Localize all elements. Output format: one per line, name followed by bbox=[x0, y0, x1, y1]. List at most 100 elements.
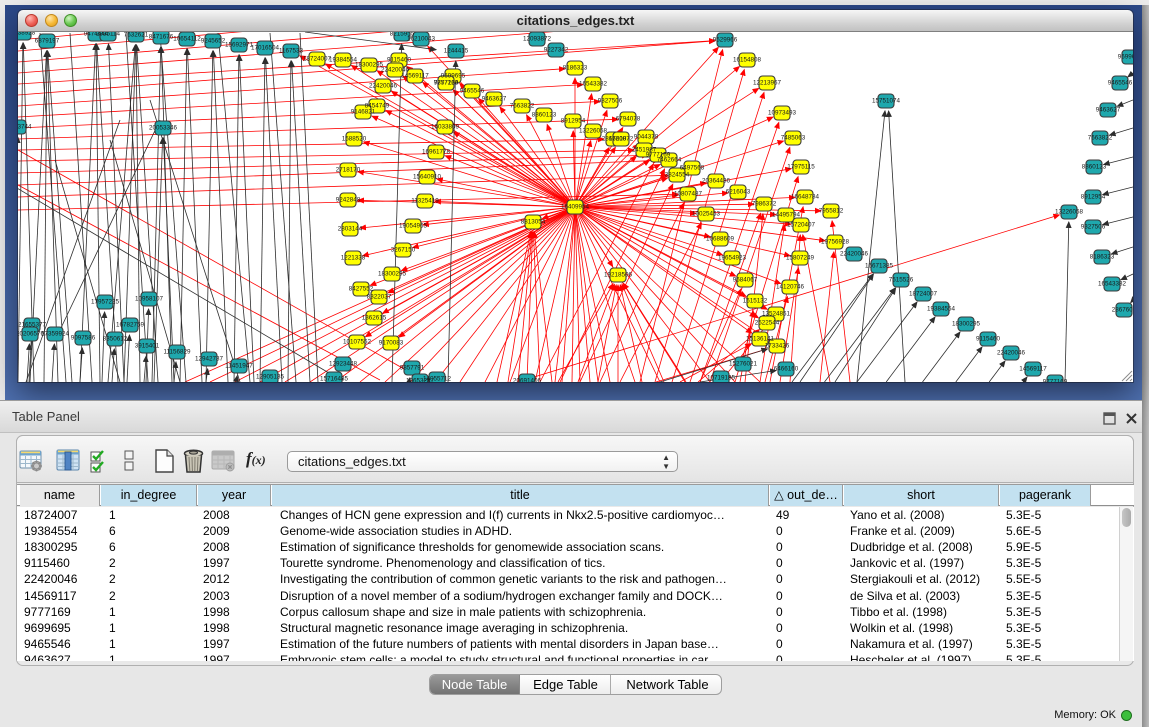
svg-text:2935114: 2935114 bbox=[96, 32, 121, 38]
svg-text:16210043: 16210043 bbox=[407, 36, 436, 43]
svg-text:7515526: 7515526 bbox=[889, 277, 914, 284]
svg-text:12942737: 12942737 bbox=[195, 356, 224, 363]
svg-text:17957225: 17957225 bbox=[91, 299, 120, 306]
svg-text:3915401: 3915401 bbox=[135, 343, 160, 350]
svg-text:16782759: 16782759 bbox=[116, 322, 145, 329]
svg-text:15276021: 15276021 bbox=[729, 361, 758, 368]
svg-text:12923448: 12923448 bbox=[329, 361, 358, 368]
svg-text:14120746: 14120746 bbox=[776, 284, 805, 291]
svg-text:15807249: 15807249 bbox=[786, 255, 815, 262]
svg-text:11156829: 11156829 bbox=[163, 349, 191, 356]
svg-text:14569117: 14569117 bbox=[401, 73, 429, 80]
svg-text:15716485: 15716485 bbox=[320, 376, 349, 383]
svg-text:12093872: 12093872 bbox=[523, 36, 552, 43]
svg-text:7663822: 7663822 bbox=[510, 103, 535, 110]
svg-text:16648784: 16648784 bbox=[791, 194, 820, 201]
svg-text:20691406: 20691406 bbox=[513, 378, 542, 383]
svg-text:6466160: 6466160 bbox=[774, 366, 799, 373]
svg-text:9465546: 9465546 bbox=[460, 88, 485, 95]
svg-text:9465546: 9465546 bbox=[1108, 80, 1133, 87]
svg-text:8350612: 8350612 bbox=[103, 336, 128, 343]
svg-text:18724007: 18724007 bbox=[303, 56, 332, 63]
svg-text:18300295: 18300295 bbox=[378, 271, 407, 278]
svg-text:18300295: 18300295 bbox=[952, 321, 981, 328]
svg-text:9044378: 9044378 bbox=[634, 134, 659, 141]
svg-text:9227342: 9227342 bbox=[544, 47, 569, 54]
svg-text:15692971: 15692971 bbox=[225, 42, 254, 49]
svg-text:21655377: 21655377 bbox=[18, 322, 46, 329]
svg-text:9327506: 9327506 bbox=[1081, 224, 1106, 231]
svg-text:15751074: 15751074 bbox=[872, 98, 901, 105]
svg-text:1221338: 1221338 bbox=[341, 255, 366, 262]
svg-text:10807487: 10807487 bbox=[674, 191, 703, 198]
svg-text:3267150: 3267150 bbox=[391, 247, 416, 254]
svg-text:16671385: 16671385 bbox=[865, 263, 894, 270]
svg-text:16543382: 16543382 bbox=[1098, 281, 1127, 288]
svg-text:1362615: 1362615 bbox=[362, 315, 387, 322]
svg-text:19654923: 19654923 bbox=[718, 255, 747, 262]
svg-text:15640910: 15640910 bbox=[413, 174, 442, 181]
svg-text:11123744: 11123744 bbox=[18, 124, 32, 131]
svg-text:7632621: 7632621 bbox=[124, 32, 149, 39]
svg-text:19384554: 19384554 bbox=[329, 57, 358, 64]
svg-text:10653287: 10653287 bbox=[406, 378, 435, 383]
svg-text:10688609: 10688609 bbox=[706, 236, 735, 243]
svg-text:8322037: 8322037 bbox=[367, 294, 392, 301]
svg-text:16961778: 16961778 bbox=[422, 149, 451, 156]
svg-text:19054965: 19054965 bbox=[399, 223, 428, 230]
svg-text:3824554: 3824554 bbox=[665, 172, 690, 179]
svg-text:8471676: 8471676 bbox=[149, 34, 174, 41]
svg-text:8427552: 8427552 bbox=[349, 286, 374, 293]
svg-text:6497568: 6497568 bbox=[680, 165, 705, 172]
svg-text:1244415: 1244415 bbox=[444, 48, 469, 55]
svg-text:1588520: 1588520 bbox=[342, 136, 367, 143]
svg-text:16154808: 16154808 bbox=[733, 57, 762, 64]
svg-text:15720407: 15720407 bbox=[787, 222, 816, 229]
svg-text:9857791: 9857791 bbox=[400, 365, 425, 372]
svg-text:17016504: 17016504 bbox=[251, 45, 280, 52]
svg-text:18300295: 18300295 bbox=[355, 62, 384, 69]
svg-text:8186323: 8186323 bbox=[563, 65, 588, 72]
svg-text:9327506: 9327506 bbox=[598, 98, 623, 105]
svg-text:13524851: 13524851 bbox=[762, 311, 791, 318]
svg-text:6879197: 6879197 bbox=[35, 38, 60, 45]
svg-text:20364436: 20364436 bbox=[702, 178, 731, 185]
svg-text:9699695: 9699695 bbox=[1118, 54, 1133, 61]
svg-text:9463627: 9463627 bbox=[482, 96, 507, 103]
svg-text:17359924: 17359924 bbox=[41, 331, 70, 338]
svg-text:22420046: 22420046 bbox=[997, 350, 1026, 357]
svg-text:22420046: 22420046 bbox=[840, 251, 869, 258]
svg-text:17975115: 17975115 bbox=[787, 164, 815, 171]
svg-text:9115460: 9115460 bbox=[387, 57, 412, 64]
svg-text:10973493: 10973493 bbox=[768, 110, 797, 117]
svg-text:11451947: 11451947 bbox=[225, 363, 253, 370]
svg-text:8938928: 8938928 bbox=[18, 32, 36, 37]
svg-text:1621072: 1621072 bbox=[609, 136, 634, 143]
svg-text:9146821: 9146821 bbox=[351, 109, 376, 116]
svg-text:12905135: 12905135 bbox=[256, 374, 285, 381]
svg-text:8813054: 8813054 bbox=[521, 219, 546, 226]
svg-text:20053346: 20053346 bbox=[149, 125, 178, 132]
svg-text:10958107: 10958107 bbox=[135, 296, 164, 303]
svg-text:1615132: 1615132 bbox=[743, 298, 768, 305]
svg-text:8912954: 8912954 bbox=[561, 118, 586, 125]
svg-text:19756928: 19756928 bbox=[821, 239, 850, 246]
svg-text:15136141: 15136141 bbox=[746, 336, 775, 343]
svg-text:1733426: 1733426 bbox=[765, 343, 790, 350]
svg-text:9777169: 9777169 bbox=[1043, 379, 1068, 383]
svg-text:14569117: 14569117 bbox=[1019, 366, 1047, 373]
svg-text:2803144: 2803144 bbox=[338, 226, 363, 233]
svg-text:8186323: 8186323 bbox=[1090, 254, 1115, 261]
svg-text:14495794: 14495794 bbox=[772, 212, 801, 219]
svg-text:9115460: 9115460 bbox=[976, 336, 1001, 343]
svg-text:19384554: 19384554 bbox=[927, 306, 956, 313]
svg-text:22420046: 22420046 bbox=[369, 83, 398, 90]
svg-text:10654112: 10654112 bbox=[173, 36, 201, 43]
svg-text:2522544: 2522544 bbox=[755, 320, 780, 327]
svg-text:19218506: 19218506 bbox=[604, 272, 633, 279]
svg-text:16033809: 16033809 bbox=[431, 124, 460, 131]
svg-text:9245652: 9245652 bbox=[201, 38, 226, 45]
svg-text:8860123: 8860123 bbox=[532, 112, 557, 119]
svg-text:2718170: 2718170 bbox=[336, 167, 361, 174]
svg-text:10719185: 10719185 bbox=[707, 375, 736, 382]
